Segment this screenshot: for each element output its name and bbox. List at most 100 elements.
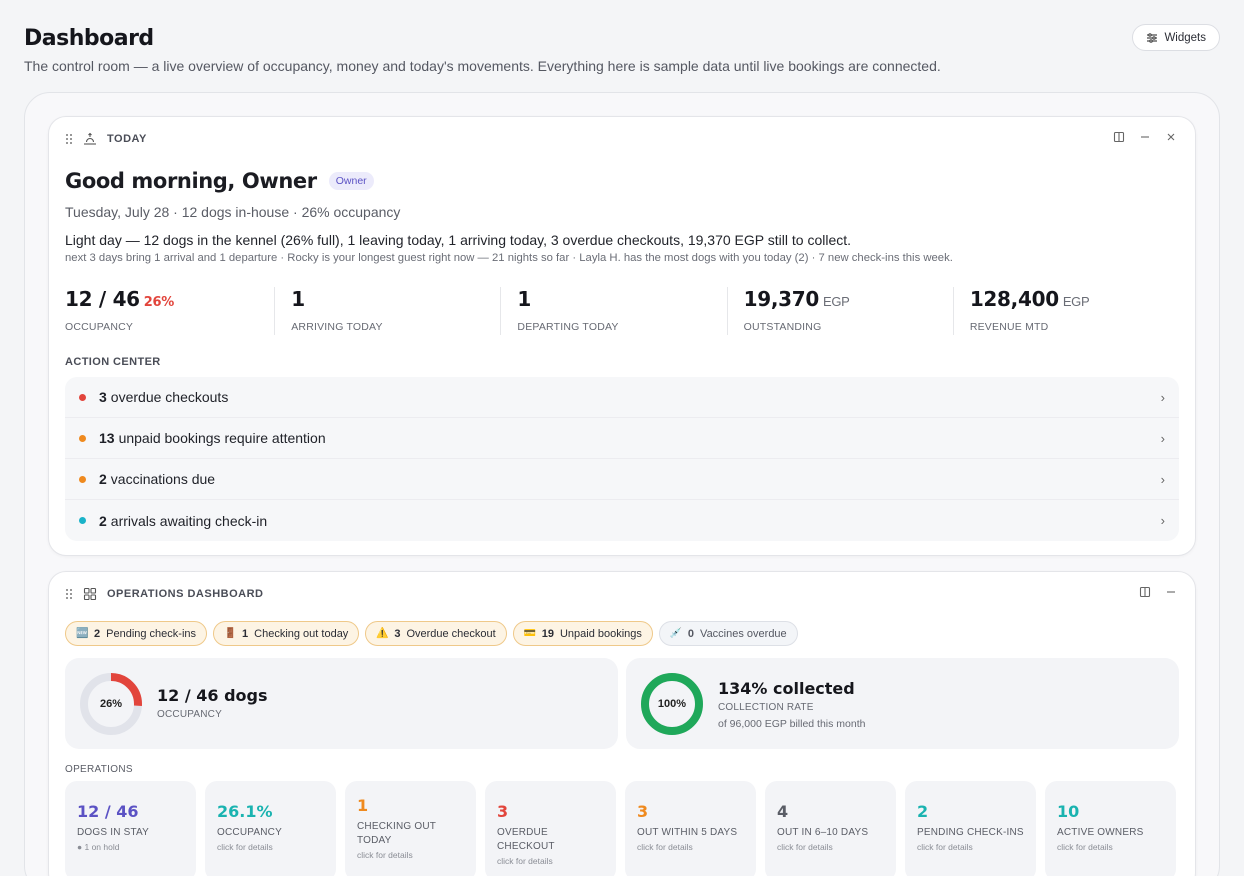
chip-checking-out[interactable]: 🚪 1 Checking out today xyxy=(213,621,360,646)
columns-icon[interactable] xyxy=(1139,586,1151,598)
action-item-unpaid-bookings[interactable]: 13 unpaid bookings require attention › xyxy=(65,418,1179,459)
tile-value: 2 xyxy=(917,802,929,821)
status-dot xyxy=(79,475,86,483)
tile-out-in-6-10-days[interactable]: 4 OUT IN 6–10 DAYS click for details xyxy=(765,781,896,876)
tile-out-within-5-days[interactable]: 3 OUT WITHIN 5 DAYS click for details xyxy=(625,781,756,876)
day-summary-details: next 3 days bring 1 arrival and 1 depart… xyxy=(65,252,953,264)
today-widget: TODAY Good morning, Owner Owner Tuesday,… xyxy=(48,116,1196,556)
operations-section-title: OPERATIONS xyxy=(65,764,133,775)
kpi-label: DEPARTING TODAY xyxy=(517,321,619,333)
door-icon: 🚪 xyxy=(224,628,237,639)
kpi-occupancy: 12 / 46 26% OCCUPANCY xyxy=(65,287,276,335)
action-center-title: ACTION CENTER xyxy=(65,356,161,368)
operations-widget-header: OPERATIONS DASHBOARD xyxy=(65,586,263,602)
kpi-label: OUTSTANDING xyxy=(743,321,822,333)
tile-active-owners[interactable]: 10 ACTIVE OWNERS click for details xyxy=(1045,781,1176,876)
chip-count: 19 xyxy=(541,627,554,640)
tile-overdue-checkout[interactable]: 3 OVERDUE CHECKOUT click for details xyxy=(485,781,616,876)
tile-pending-checkins[interactable]: 2 PENDING CHECK-INS click for details xyxy=(905,781,1036,876)
chevron-right-icon: › xyxy=(1160,389,1165,405)
credit-card-icon: 💳 xyxy=(523,628,537,639)
widgets-button[interactable]: Widgets xyxy=(1132,24,1220,51)
action-text: unpaid bookings require attention xyxy=(118,430,326,446)
action-item-overdue-checkouts[interactable]: 3 overdue checkouts › xyxy=(65,377,1179,418)
tile-label: CHECKING OUT TODAY xyxy=(357,821,436,846)
alert-chips: 🆕 2 Pending check-ins 🚪 1 Checking out t… xyxy=(65,621,798,646)
new-icon: 🆕 xyxy=(76,628,89,639)
minimize-icon[interactable] xyxy=(1165,586,1177,598)
widgets-label: Widgets xyxy=(1164,31,1206,44)
tile-dogs-in-stay[interactable]: 12 / 46 DOGS IN STAY ● 1 on hold xyxy=(65,781,196,876)
tile-checking-out-today[interactable]: 1 CHECKING OUT TODAY click for details xyxy=(345,781,476,876)
chip-text: Overdue checkout xyxy=(406,627,496,640)
kpi-label: REVENUE MTD xyxy=(969,321,1049,333)
tile-value: 1 xyxy=(357,796,369,815)
tile-label: OVERDUE CHECKOUT xyxy=(497,827,555,852)
action-item-vaccinations-due[interactable]: 2 vaccinations due › xyxy=(65,459,1179,500)
chip-pending-checkins[interactable]: 🆕 2 Pending check-ins xyxy=(65,621,208,646)
close-icon[interactable] xyxy=(1165,131,1177,143)
collection-ring-label: 100% xyxy=(657,698,687,710)
today-widget-header: TODAY xyxy=(65,131,147,147)
page-header: Dashboard The control room — a live over… xyxy=(24,26,941,74)
drag-handle-icon[interactable] xyxy=(65,588,73,600)
drag-handle-icon[interactable] xyxy=(65,133,73,145)
syringe-icon: 💉 xyxy=(669,628,683,639)
action-item-arrivals-awaiting[interactable]: 2 arrivals awaiting check-in › xyxy=(65,500,1179,541)
collection-summary-tile[interactable]: 100% 134% collected COLLECTION RATE of 9… xyxy=(626,658,1179,749)
role-badge: Owner xyxy=(328,172,374,190)
operations-widget: OPERATIONS DASHBOARD 🆕 2 Pending check-i… xyxy=(48,571,1196,876)
action-count: 2 xyxy=(99,512,107,529)
status-dot xyxy=(79,393,86,401)
tile-value: 12 / 46 xyxy=(77,802,139,821)
chip-count: 1 xyxy=(242,627,249,640)
kpi-departing: 1 DEPARTING TODAY xyxy=(517,287,728,335)
chip-unpaid-bookings[interactable]: 💳 19 Unpaid bookings xyxy=(512,621,653,646)
operations-widget-title: OPERATIONS DASHBOARD xyxy=(107,588,264,600)
tile-occupancy[interactable]: 26.1% OCCUPANCY click for details xyxy=(205,781,336,876)
action-center-list: 3 overdue checkouts › 13 unpaid bookings… xyxy=(65,377,1179,541)
chip-overdue-checkout[interactable]: ⚠️ 3 Overdue checkout xyxy=(365,621,507,646)
tile-subtext: click for details xyxy=(357,850,413,860)
collection-value: 134% collected xyxy=(718,679,855,698)
occupancy-summary-tile[interactable]: 26% 12 / 46 dogs OCCUPANCY xyxy=(65,658,618,749)
collection-subtext: of 96,000 EGP billed this month xyxy=(718,718,866,730)
minimize-icon[interactable] xyxy=(1139,131,1151,143)
kpi-percent: 26% xyxy=(143,295,175,310)
tile-subtext: ● 1 on hold xyxy=(77,842,120,852)
greeting-text: Good morning, Owner xyxy=(65,169,317,193)
columns-icon[interactable] xyxy=(1113,131,1125,143)
tile-subtext: click for details xyxy=(777,842,833,852)
tile-label: OUT WITHIN 5 DAYS xyxy=(637,827,738,838)
sliders-icon xyxy=(1147,32,1158,43)
kpi-value: 12 / 46 xyxy=(65,287,140,311)
occupancy-ring-label: 26% xyxy=(99,698,123,710)
action-count: 13 xyxy=(99,430,115,446)
warning-icon: ⚠️ xyxy=(376,628,389,639)
occupancy-value: 12 / 46 dogs xyxy=(157,686,268,705)
today-widget-title: TODAY xyxy=(107,133,147,145)
operations-tiles: 12 / 46 DOGS IN STAY ● 1 on hold 26.1% O… xyxy=(65,781,1176,876)
action-text: arrivals awaiting check-in xyxy=(110,512,268,529)
chip-text: Unpaid bookings xyxy=(559,627,642,640)
occupancy-label: OCCUPANCY xyxy=(157,709,222,720)
tile-value: 3 xyxy=(637,802,649,821)
greeting: Good morning, Owner Owner xyxy=(65,169,374,193)
tile-label: OUT IN 6–10 DAYS xyxy=(777,827,869,838)
kpi-row: 12 / 46 26% OCCUPANCY 1 ARRIVING TODAY 1 … xyxy=(65,287,1179,335)
tile-value: 3 xyxy=(497,802,509,821)
page-title: Dashboard xyxy=(24,26,154,51)
action-text: vaccinations due xyxy=(110,471,216,487)
kpi-label: ARRIVING TODAY xyxy=(291,321,383,333)
chip-count: 3 xyxy=(394,627,401,640)
today-widget-controls xyxy=(1113,131,1177,143)
tile-value: 4 xyxy=(777,802,789,821)
kpi-label: OCCUPANCY xyxy=(65,321,134,333)
status-dot xyxy=(79,434,86,442)
collection-label: COLLECTION RATE xyxy=(718,702,814,713)
chip-count: 0 xyxy=(687,627,695,640)
tile-subtext: click for details xyxy=(1057,842,1113,852)
chip-vaccines-overdue[interactable]: 💉 0 Vaccines overdue xyxy=(658,621,798,646)
tile-subtext: click for details xyxy=(917,842,973,852)
kpi-value: 128,400 xyxy=(969,287,1059,311)
